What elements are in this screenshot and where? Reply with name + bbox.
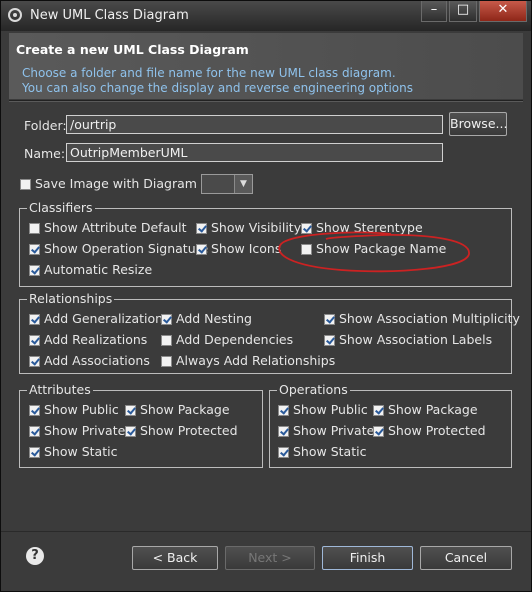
- checkbox-box[interactable]: [29, 356, 40, 367]
- classifiers-title: Classifiers: [27, 200, 95, 215]
- checkbox-box[interactable]: [324, 335, 335, 346]
- checkbox-box[interactable]: [161, 335, 172, 346]
- image-format-select[interactable]: ▼: [201, 174, 253, 194]
- folder-field[interactable]: /ourtrip: [66, 115, 443, 134]
- attr-show-public-checkbox[interactable]: Show Public: [29, 402, 119, 418]
- minimize-button[interactable]: –: [421, 1, 447, 22]
- attr-show-private-checkbox[interactable]: Show Private: [29, 423, 125, 439]
- checkbox-label: Show Public: [44, 402, 119, 417]
- checkbox-box[interactable]: [29, 335, 40, 346]
- show-association-multiplicity-checkbox[interactable]: Show Association Multiplicity: [324, 311, 520, 327]
- checkbox-label: Show Protected: [388, 423, 486, 438]
- operations-title: Operations: [277, 382, 350, 397]
- checkbox-label: Show Association Multiplicity: [339, 311, 520, 326]
- close-button[interactable]: ✕: [479, 1, 527, 22]
- cancel-button[interactable]: Cancel: [420, 546, 512, 570]
- add-realizations-checkbox[interactable]: Add Realizations: [29, 332, 147, 348]
- checkbox-box[interactable]: [196, 223, 207, 234]
- checkbox-box[interactable]: [125, 426, 136, 437]
- folder-label: Folder:: [24, 118, 67, 133]
- checkbox-box[interactable]: [161, 314, 172, 325]
- checkbox-box[interactable]: [29, 265, 40, 276]
- op-show-protected-checkbox[interactable]: Show Protected: [373, 423, 486, 439]
- wizard-description-line2: You can also change the display and reve…: [22, 81, 413, 95]
- show-operation-signature-checkbox[interactable]: Show Operation Signature: [29, 241, 208, 257]
- attr-show-static-checkbox[interactable]: Show Static: [29, 444, 117, 460]
- checkbox-label: Add Associations: [44, 353, 150, 368]
- checkbox-label: Add Realizations: [44, 332, 148, 347]
- op-show-public-checkbox[interactable]: Show Public: [278, 402, 368, 418]
- checkbox-label: Add Nesting: [176, 311, 252, 326]
- wizard-title: Create a new UML Class Diagram: [16, 42, 249, 57]
- show-attribute-default-checkbox[interactable]: Show Attribute Default: [29, 220, 187, 236]
- checkbox-label: Show Private: [293, 423, 375, 438]
- checkbox-label: Show Operation Signature: [44, 241, 209, 256]
- add-dependencies-checkbox[interactable]: Add Dependencies: [161, 332, 293, 348]
- checkbox-label: Show Package: [140, 402, 230, 417]
- automatic-resize-checkbox[interactable]: Automatic Resize: [29, 262, 152, 278]
- checkbox-label: Add Dependencies: [176, 332, 294, 347]
- checkbox-box[interactable]: [29, 244, 40, 255]
- wizard-description-line1: Choose a folder and file name for the ne…: [22, 66, 396, 80]
- checkbox-box[interactable]: [278, 426, 289, 437]
- checkbox-label: Always Add Relationships: [176, 353, 336, 368]
- wizard-header: Create a new UML Class Diagram Choose a …: [9, 33, 523, 99]
- relationships-title: Relationships: [27, 291, 115, 306]
- checkbox-box[interactable]: [196, 244, 207, 255]
- checkbox-label: Show Attribute Default: [44, 220, 187, 235]
- window-title: New UML Class Diagram: [30, 8, 189, 23]
- next-button[interactable]: Next >: [225, 546, 315, 570]
- maximize-button[interactable]: □: [449, 1, 477, 22]
- title-bar[interactable]: New UML Class Diagram – □ ✕: [1, 1, 531, 31]
- checkbox-label: Show Private: [44, 423, 126, 438]
- op-show-static-checkbox[interactable]: Show Static: [278, 444, 366, 460]
- show-icons-checkbox[interactable]: Show Icons: [196, 241, 281, 257]
- add-associations-checkbox[interactable]: Add Associations: [29, 353, 150, 369]
- checkbox-label: Automatic Resize: [44, 262, 153, 277]
- checkbox-box[interactable]: [161, 356, 172, 367]
- dialog-window: New UML Class Diagram – □ ✕ Create a new…: [0, 0, 532, 592]
- op-show-package-checkbox[interactable]: Show Package: [373, 402, 478, 418]
- op-show-private-checkbox[interactable]: Show Private: [278, 423, 374, 439]
- checkbox-label: Add Generalizations: [44, 311, 170, 326]
- attr-show-protected-checkbox[interactable]: Show Protected: [125, 423, 238, 439]
- save-image-checkbox[interactable]: Save Image with Diagram as: [20, 176, 215, 192]
- checkbox-box[interactable]: [278, 405, 289, 416]
- checkbox-label: Show Association Labels: [339, 332, 493, 347]
- add-generalizations-checkbox[interactable]: Add Generalizations: [29, 311, 170, 327]
- checkbox-label: Show Package: [388, 402, 478, 417]
- checkbox-box[interactable]: [29, 426, 40, 437]
- checkbox-label: Show Protected: [140, 423, 238, 438]
- checkbox-box[interactable]: [324, 314, 335, 325]
- always-add-relationships-checkbox[interactable]: Always Add Relationships: [161, 353, 335, 369]
- checkbox-box[interactable]: [373, 405, 384, 416]
- checkbox-box[interactable]: [20, 179, 31, 190]
- checkbox-label: Show Public: [293, 402, 368, 417]
- add-nesting-checkbox[interactable]: Add Nesting: [161, 311, 252, 327]
- help-icon[interactable]: ?: [26, 547, 44, 565]
- attr-show-package-checkbox[interactable]: Show Package: [125, 402, 230, 418]
- checkbox-box[interactable]: [278, 447, 289, 458]
- checkbox-label: Show Static: [44, 444, 118, 459]
- attributes-title: Attributes: [27, 382, 93, 397]
- chevron-down-icon[interactable]: ▼: [234, 175, 252, 193]
- browse-button[interactable]: Browse...: [449, 112, 507, 136]
- checkbox-label: Show Static: [293, 444, 367, 459]
- show-association-labels-checkbox[interactable]: Show Association Labels: [324, 332, 492, 348]
- header-separator: [9, 100, 523, 102]
- annotation-ellipse: [278, 231, 470, 273]
- name-label: Name:: [24, 146, 66, 161]
- back-button[interactable]: < Back: [132, 546, 218, 570]
- checkbox-box[interactable]: [29, 314, 40, 325]
- eclipse-icon: [8, 8, 22, 22]
- checkbox-label: Save Image with Diagram as: [35, 176, 216, 191]
- checkbox-box[interactable]: [373, 426, 384, 437]
- footer-separator: [1, 531, 531, 532]
- checkbox-box[interactable]: [29, 223, 40, 234]
- finish-button[interactable]: Finish: [322, 546, 413, 570]
- checkbox-box[interactable]: [29, 447, 40, 458]
- checkbox-box[interactable]: [125, 405, 136, 416]
- checkbox-box[interactable]: [29, 405, 40, 416]
- name-field[interactable]: OutripMemberUML: [66, 143, 443, 162]
